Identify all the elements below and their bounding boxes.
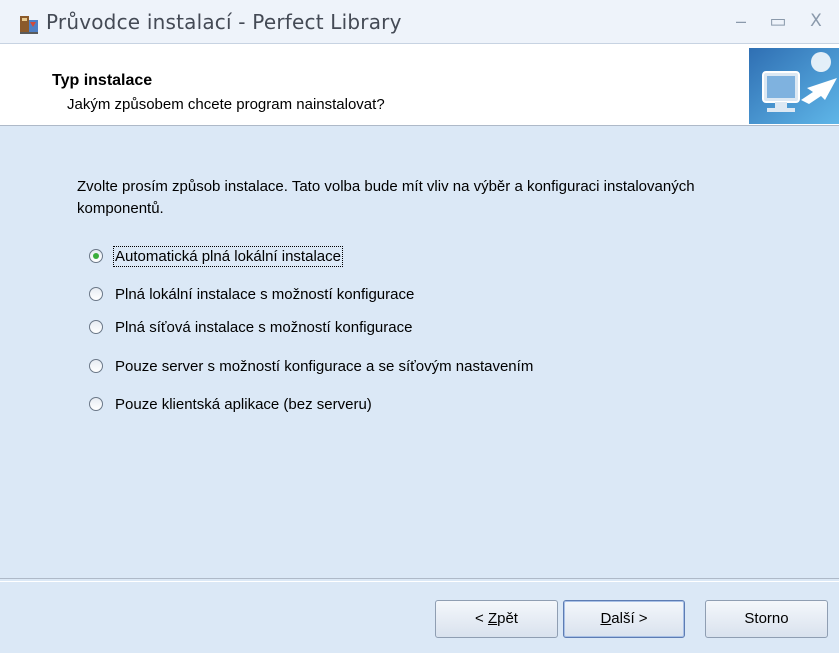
back-button-label: pět — [497, 610, 518, 627]
back-button[interactable]: < Zpět — [435, 600, 558, 638]
next-button[interactable]: Další > — [563, 600, 685, 638]
cancel-button[interactable]: Storno — [705, 600, 828, 638]
footer-divider — [0, 578, 839, 582]
back-button-prefix: < — [475, 610, 488, 627]
installer-app-icon — [20, 16, 38, 34]
maximize-icon[interactable]: ▭ — [766, 10, 790, 32]
next-button-mnemonic: D — [600, 610, 612, 627]
page-subtitle: Jakým způsobem chcete program nainstalov… — [67, 96, 385, 113]
installer-window: Průvodce instalací - Perfect Library – ▭… — [0, 0, 839, 653]
radio-unchecked-icon[interactable] — [89, 397, 103, 411]
option-label[interactable]: Pouze klientská aplikace (bez serveru) — [115, 396, 372, 413]
close-icon[interactable]: X — [804, 10, 828, 32]
next-button-label: alší > — [611, 610, 648, 627]
computer-arrow-header-icon — [749, 48, 839, 124]
option-client-only[interactable]: Pouze klientská aplikace (bez serveru) — [89, 393, 372, 415]
instructions-text: Zvolte prosím způsob instalace. Tato vol… — [77, 178, 695, 217]
radio-unchecked-icon[interactable] — [89, 359, 103, 373]
option-label[interactable]: Plná lokální instalace s možností konfig… — [115, 286, 414, 303]
radio-unchecked-icon[interactable] — [89, 320, 103, 334]
option-label[interactable]: Pouze server s možností konfigurace a se… — [115, 358, 533, 375]
option-server-only[interactable]: Pouze server s možností konfigurace a se… — [89, 355, 533, 377]
title-bar[interactable]: Průvodce instalací - Perfect Library – ▭… — [0, 0, 839, 44]
radio-unchecked-icon[interactable] — [89, 287, 103, 301]
option-label[interactable]: Automatická plná lokální instalace — [113, 245, 343, 267]
back-button-mnemonic: Z — [487, 610, 498, 627]
window-title: Průvodce instalací - Perfect Library — [46, 10, 402, 34]
option-label[interactable]: Plná síťová instalace s možností konfigu… — [115, 319, 412, 336]
option-full-network-config[interactable]: Plná síťová instalace s možností konfigu… — [89, 316, 412, 338]
page-title: Typ instalace — [52, 72, 153, 89]
option-auto-full-local[interactable]: Automatická plná lokální instalace — [89, 245, 343, 267]
radio-checked-icon[interactable] — [89, 249, 103, 263]
option-full-local-config[interactable]: Plná lokální instalace s možností konfig… — [89, 283, 414, 305]
minimize-icon[interactable]: – — [729, 10, 753, 32]
